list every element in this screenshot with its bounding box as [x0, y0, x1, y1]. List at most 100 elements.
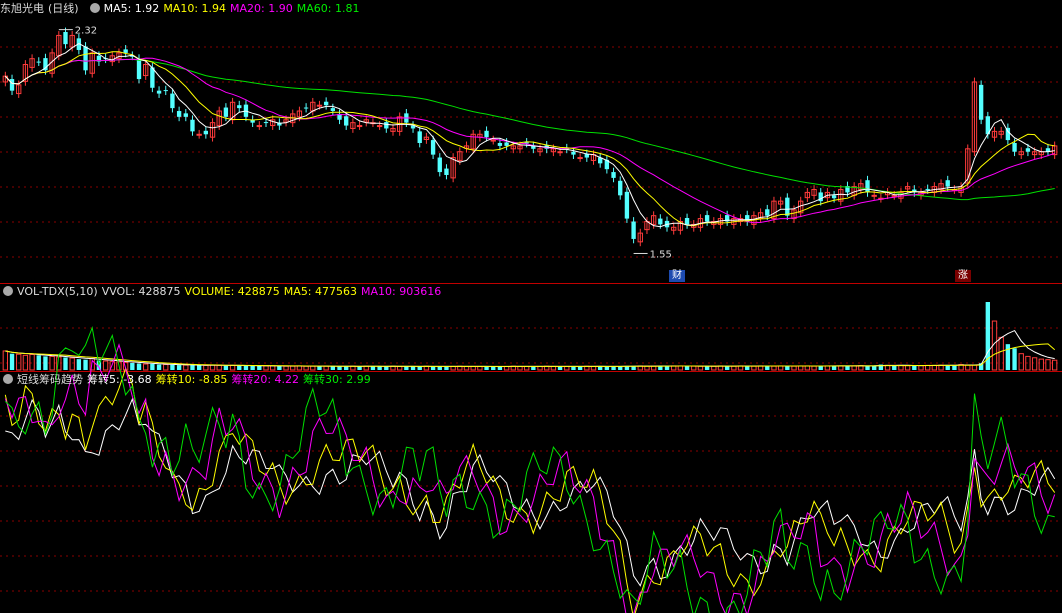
volume-bar — [564, 365, 570, 371]
candle-body — [624, 191, 630, 219]
chip-indicator-name: 短线筹码趋势 — [17, 373, 83, 386]
candle-body — [323, 101, 329, 106]
volume-bar — [69, 357, 75, 371]
volume-bar — [83, 359, 88, 370]
ma20-label: MA20: 1.90 — [230, 2, 293, 15]
volume-bar — [818, 365, 823, 370]
candle-body — [430, 140, 436, 155]
volume-bar — [2, 350, 9, 371]
low-label: 1.55 — [650, 249, 672, 260]
candle-body — [196, 133, 202, 136]
vol-ma10-label: MA10: 903616 — [361, 285, 442, 298]
candle-body — [36, 61, 41, 63]
stock-chart[interactable]: 2.32 1.55 — [0, 0, 1062, 613]
candle-body — [945, 180, 950, 187]
candle-body — [263, 122, 269, 124]
candle-body — [1005, 127, 1011, 141]
volume-bar — [237, 365, 242, 370]
volume-bar — [611, 366, 616, 370]
volume-bar — [918, 365, 924, 371]
volume-bar — [223, 365, 229, 370]
volume-bar — [430, 366, 436, 370]
candle-body — [684, 218, 690, 225]
volume-bar — [257, 365, 262, 370]
volume-bar — [150, 364, 155, 370]
volume-bar — [704, 366, 710, 370]
volume-bar — [277, 365, 282, 370]
volume-bar — [604, 366, 610, 370]
volume-ma5-line — [5, 329, 1055, 367]
chip-header: 短线筹码趋势 筹转5: -3.68 筹转10: -8.85 筹转20: 4.22 筹转3… — [0, 372, 375, 388]
candle-body — [156, 90, 162, 94]
volume-bar — [1038, 358, 1044, 371]
candle-body — [384, 122, 389, 129]
volume-bar — [163, 364, 169, 371]
volume-bar — [824, 365, 831, 371]
volume-bar — [998, 336, 1004, 371]
ma60-label: MA60: 1.81 — [296, 2, 360, 15]
candle-body — [490, 139, 496, 142]
candle-body — [631, 221, 636, 239]
candle-body — [1012, 143, 1017, 152]
volume-bar — [170, 364, 175, 370]
candle-body — [444, 168, 449, 175]
volume-bar — [811, 365, 817, 371]
volume-bar — [590, 365, 597, 371]
candle-body — [9, 79, 15, 91]
chip10-label: 筹转10: -8.85 — [155, 373, 228, 386]
chip30-label: 筹转30: 2.99 — [303, 373, 371, 386]
candle-body — [170, 93, 175, 109]
candle-body — [658, 218, 663, 225]
candle-body — [136, 58, 142, 80]
candle-body — [891, 194, 897, 197]
volume-bar — [344, 366, 349, 370]
candle-body — [190, 119, 195, 132]
ma5-label: MA5: 1.92 — [103, 2, 160, 15]
volume-bar — [731, 365, 737, 371]
candle-body — [765, 209, 770, 216]
candle-body — [925, 188, 930, 190]
candle-body — [223, 107, 229, 117]
candle-body — [163, 90, 168, 92]
volume-bar — [765, 365, 770, 370]
volume-bar — [477, 365, 483, 371]
ma10-label: MA10: 1.94 — [163, 2, 227, 15]
volume-bar — [296, 365, 303, 371]
volume-bar — [310, 365, 316, 371]
candle-body — [437, 157, 442, 173]
volume-bar — [798, 365, 804, 371]
volume-bar — [9, 353, 15, 370]
volume-bar — [250, 365, 255, 370]
chip5-line — [5, 397, 1056, 587]
volume-bar — [644, 365, 650, 371]
dropdown-icon[interactable] — [89, 3, 100, 13]
volume-bar — [190, 365, 195, 370]
volume-bar — [1051, 359, 1058, 371]
candle-body — [785, 197, 790, 216]
candle-body — [376, 125, 383, 128]
dropdown-icon[interactable] — [3, 374, 13, 384]
candle-body — [203, 130, 209, 135]
volume-bar — [470, 365, 476, 371]
volume-bar — [517, 365, 523, 371]
volume-bar — [377, 366, 382, 370]
stock-name: 东旭光电 (日线) — [0, 2, 79, 15]
volume-bar — [330, 366, 336, 370]
candle-body — [63, 31, 68, 45]
volume-bar — [229, 364, 236, 371]
volume-bar — [176, 365, 182, 370]
dropdown-icon[interactable] — [3, 286, 13, 296]
volume-bar — [484, 366, 489, 370]
volume-bar — [417, 366, 422, 370]
volume-bar — [557, 366, 563, 370]
volume-bar — [16, 353, 22, 371]
volume-bar — [263, 365, 269, 371]
badge-zhang[interactable]: 涨 — [955, 270, 971, 282]
volume-bar — [791, 365, 797, 371]
candle-body — [978, 84, 984, 120]
volume-bar — [283, 365, 289, 371]
volume-bar — [63, 357, 68, 370]
candle-body — [316, 104, 323, 107]
badge-cai[interactable]: 财 — [669, 270, 685, 282]
volume-bar — [691, 365, 697, 371]
